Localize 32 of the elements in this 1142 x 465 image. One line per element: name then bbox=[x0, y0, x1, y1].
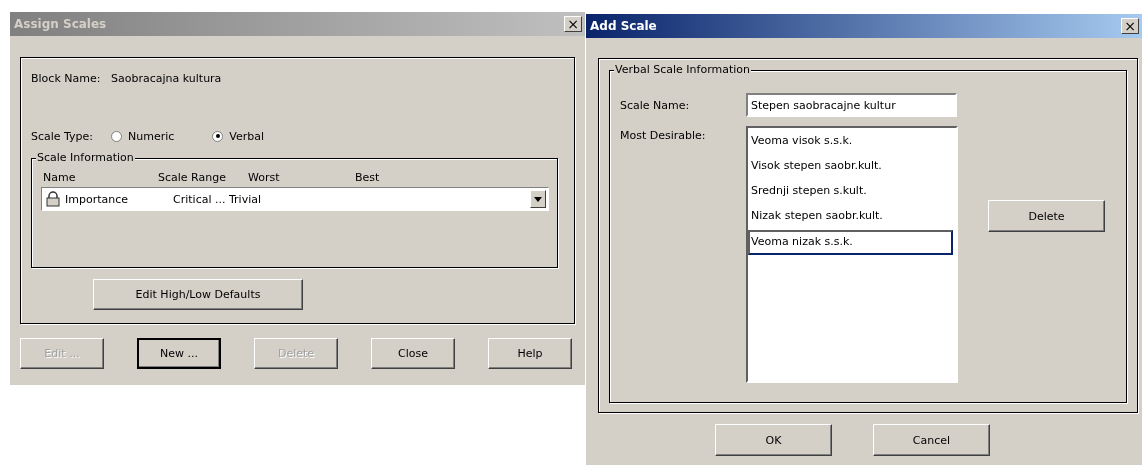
group-legend: Scale Information bbox=[36, 151, 135, 164]
window-title: Add Scale bbox=[590, 19, 658, 33]
field-label: Most Desirable: bbox=[620, 128, 707, 142]
dialog-button[interactable]: New ... bbox=[137, 338, 221, 369]
list-box[interactable]: Veoma visok s.s.k. Visok stepen saobr.kult. Srednji stepen s.kult. Nizak stepen saobr.kult. Veoma nizak s.s.k. bbox=[746, 126, 958, 383]
list-item[interactable]: Srednji stepen s.kult. bbox=[748, 180, 956, 205]
field-label: Scale Name: bbox=[620, 98, 691, 112]
radio-option[interactable]: Verbal bbox=[212, 129, 265, 143]
window-title: Assign Scales bbox=[14, 17, 108, 31]
column-header: Worst bbox=[248, 171, 280, 184]
dialog-button[interactable]: Close bbox=[371, 338, 455, 369]
close-button[interactable]: × bbox=[1121, 18, 1139, 34]
scale-name-field[interactable]: Stepen saobracajne kultur bbox=[746, 93, 957, 117]
field-label: Scale Type: bbox=[31, 129, 95, 143]
group-legend: Verbal Scale Information bbox=[614, 63, 751, 76]
scale-combo[interactable]: Importance Critical ... Trivial bbox=[41, 187, 549, 211]
block-name-value: Saobracajna kultura bbox=[111, 71, 222, 85]
column-header: Name bbox=[43, 171, 76, 184]
column-header: Best bbox=[355, 171, 380, 184]
field-label: Block Name: bbox=[31, 71, 102, 85]
edit-defaults-button[interactable]: Edit High/Low Defaults bbox=[93, 279, 303, 310]
dialog-button[interactable]: OK bbox=[715, 424, 832, 456]
list-item[interactable]: Veoma nizak s.s.k. bbox=[748, 230, 953, 255]
list-item[interactable]: Visok stepen saobr.kult. bbox=[748, 155, 956, 180]
close-button[interactable]: × bbox=[564, 16, 582, 32]
dialog-button[interactable]: Cancel bbox=[873, 424, 990, 456]
dialog-button[interactable]: Help bbox=[488, 338, 572, 369]
radio-option[interactable]: Numeric bbox=[111, 129, 175, 143]
list-item[interactable]: Nizak stepen saobr.kult. bbox=[748, 205, 956, 230]
list-item[interactable]: Veoma visok s.s.k. bbox=[748, 130, 956, 155]
delete-button[interactable]: Delete bbox=[988, 200, 1105, 232]
column-header: Scale Range bbox=[158, 171, 226, 184]
